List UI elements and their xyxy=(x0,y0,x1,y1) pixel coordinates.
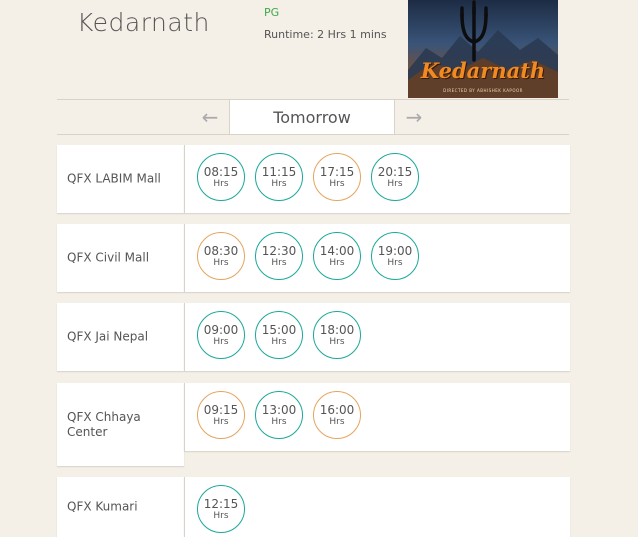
poster-credit: DIRECTED BY ABHISHEK KAPOOR xyxy=(443,88,523,93)
previous-day-arrow-icon[interactable]: ← xyxy=(195,104,225,130)
runtime-label: Runtime: 2 Hrs 1 mins xyxy=(264,28,387,41)
showtime-button[interactable]: 12:30 Hrs xyxy=(255,232,303,280)
cinema-name: QFX Chhaya Center xyxy=(67,409,141,439)
day-selector: ← Tomorrow → xyxy=(57,99,569,135)
cinema-name-cell: QFX Kumari xyxy=(57,477,184,537)
showtime-time: 08:30 xyxy=(203,244,239,258)
showtime-unit: Hrs xyxy=(213,179,229,189)
showtime-unit: Hrs xyxy=(213,511,229,521)
showtime-time: 13:00 xyxy=(261,403,297,417)
cinema-name-cell: QFX LABIM Mall xyxy=(57,145,184,213)
showtime-unit: Hrs xyxy=(387,258,403,268)
showtime-time: 12:15 xyxy=(203,497,239,511)
cinema-name: QFX LABIM Mall xyxy=(67,171,161,186)
showtime-time: 18:00 xyxy=(319,323,355,337)
showtimes-area: 08:15 Hrs 11:15 Hrs 17:15 Hrs 20:15 Hrs xyxy=(184,145,570,213)
showtime-unit: Hrs xyxy=(329,179,345,189)
showtime-time: 17:15 xyxy=(319,165,355,179)
showtime-unit: Hrs xyxy=(271,179,287,189)
cinema-name: QFX Kumari xyxy=(67,499,138,514)
rating-badge: PG xyxy=(264,6,280,19)
showtime-unit: Hrs xyxy=(271,417,287,427)
showtime-button[interactable]: 19:00 Hrs xyxy=(371,232,419,280)
showtime-time: 12:30 xyxy=(261,244,297,258)
showtime-button[interactable]: 18:00 Hrs xyxy=(313,311,361,359)
showtimes-area: 12:15 Hrs xyxy=(184,477,570,537)
showtime-button[interactable]: 16:00 Hrs xyxy=(313,391,361,439)
showtimes-area: 09:15 Hrs 13:00 Hrs 16:00 Hrs xyxy=(184,383,570,451)
cinema-name-cell: QFX Chhaya Center xyxy=(57,383,184,466)
showtime-button[interactable]: 13:00 Hrs xyxy=(255,391,303,439)
showtimes-area: 09:00 Hrs 15:00 Hrs 18:00 Hrs xyxy=(184,303,570,371)
showtime-time: 16:00 xyxy=(319,403,355,417)
showtime-time: 14:00 xyxy=(319,244,355,258)
movie-poster: Kedarnath DIRECTED BY ABHISHEK KAPOOR xyxy=(408,0,558,98)
poster-title: Kedarnath xyxy=(420,58,546,83)
showtime-unit: Hrs xyxy=(213,417,229,427)
cinema-name-cell: QFX Civil Mall xyxy=(57,224,184,292)
showtime-unit: Hrs xyxy=(329,417,345,427)
showtime-time: 09:00 xyxy=(203,323,239,337)
showtime-button[interactable]: 17:15 Hrs xyxy=(313,153,361,201)
showtime-time: 09:15 xyxy=(203,403,239,417)
poster-artwork xyxy=(408,0,558,98)
showtime-button[interactable]: 08:15 Hrs xyxy=(197,153,245,201)
showtime-time: 11:15 xyxy=(261,165,297,179)
showtime-unit: Hrs xyxy=(271,337,287,347)
cinema-name-cell: QFX Jai Nepal xyxy=(57,303,184,371)
current-day-label: Tomorrow xyxy=(229,100,395,134)
showtime-unit: Hrs xyxy=(271,258,287,268)
showtime-time: 15:00 xyxy=(261,323,297,337)
showtime-time: 20:15 xyxy=(377,165,413,179)
showtime-unit: Hrs xyxy=(213,337,229,347)
showtime-unit: Hrs xyxy=(329,337,345,347)
showtime-button[interactable]: 11:15 Hrs xyxy=(255,153,303,201)
showtime-button[interactable]: 20:15 Hrs xyxy=(371,153,419,201)
next-day-arrow-icon[interactable]: → xyxy=(399,104,429,130)
cinema-name: QFX Jai Nepal xyxy=(67,329,149,344)
movie-title: Kedarnath xyxy=(77,8,210,37)
cinema-name: QFX Civil Mall xyxy=(67,250,150,265)
showtime-unit: Hrs xyxy=(329,258,345,268)
showtime-button[interactable]: 14:00 Hrs xyxy=(313,232,361,280)
showtime-time: 19:00 xyxy=(377,244,413,258)
showtime-unit: Hrs xyxy=(387,179,403,189)
showtime-button[interactable]: 15:00 Hrs xyxy=(255,311,303,359)
showtime-time: 08:15 xyxy=(203,165,239,179)
showtime-button[interactable]: 09:15 Hrs xyxy=(197,391,245,439)
showtime-button[interactable]: 08:30 Hrs xyxy=(197,232,245,280)
showtimes-area: 08:30 Hrs 12:30 Hrs 14:00 Hrs 19:00 Hrs xyxy=(184,224,570,292)
showtime-button[interactable]: 09:00 Hrs xyxy=(197,311,245,359)
showtime-unit: Hrs xyxy=(213,258,229,268)
showtime-button[interactable]: 12:15 Hrs xyxy=(197,485,245,533)
